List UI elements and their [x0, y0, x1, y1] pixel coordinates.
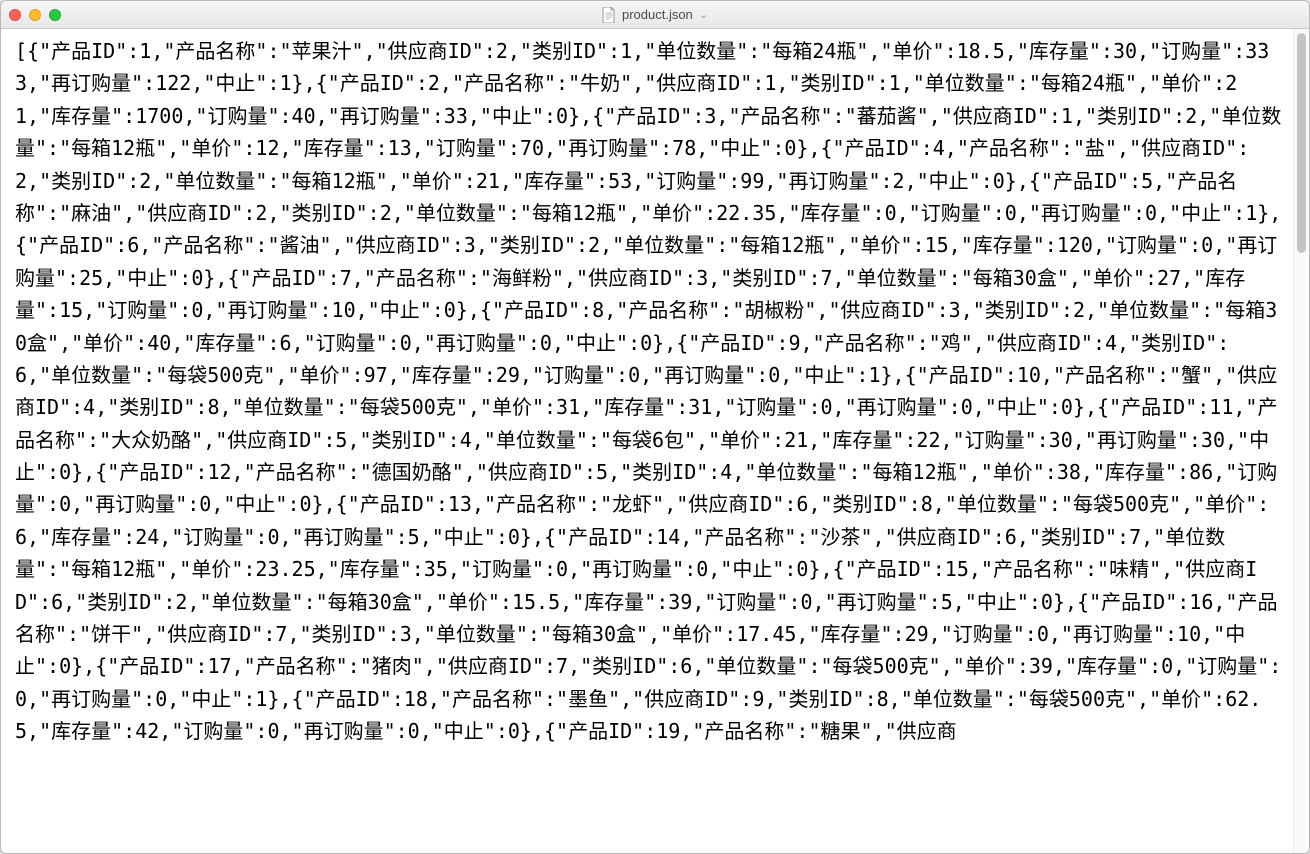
zoom-button[interactable] — [49, 9, 61, 21]
content-area: [{"产品ID":1,"产品名称":"苹果汁","供应商ID":2,"类别ID"… — [1, 29, 1309, 853]
vertical-scrollbar[interactable] — [1293, 29, 1309, 853]
window-title-text: product.json — [622, 7, 693, 22]
file-text[interactable]: [{"产品ID":1,"产品名称":"苹果汁","供应商ID":2,"类别ID"… — [1, 29, 1293, 853]
titlebar[interactable]: product.json ⌄ — [1, 1, 1309, 29]
title-dropdown-icon[interactable]: ⌄ — [699, 8, 708, 21]
document-icon — [602, 7, 616, 23]
scrollbar-thumb[interactable] — [1297, 33, 1306, 253]
traffic-lights — [9, 9, 61, 21]
close-button[interactable] — [9, 9, 21, 21]
minimize-button[interactable] — [29, 9, 41, 21]
window-title: product.json ⌄ — [1, 1, 1309, 28]
editor-window: product.json ⌄ [{"产品ID":1,"产品名称":"苹果汁","… — [0, 0, 1310, 854]
